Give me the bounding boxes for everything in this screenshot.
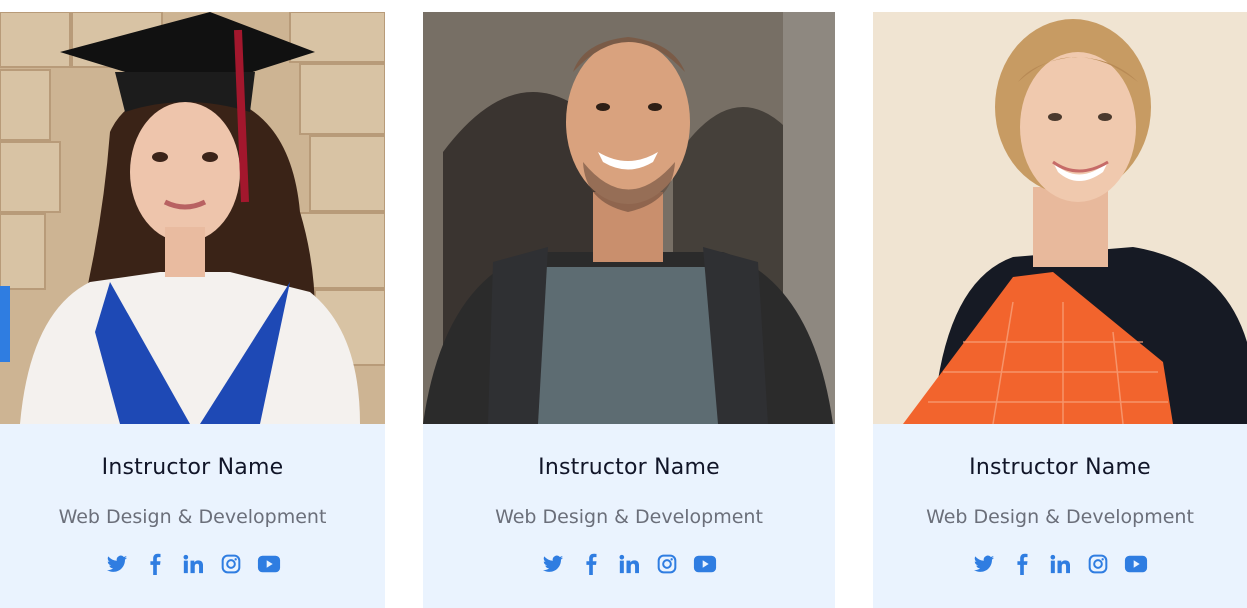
linkedin-icon[interactable] — [181, 552, 205, 576]
social-links — [423, 552, 835, 576]
social-links — [0, 552, 385, 576]
side-tab[interactable] — [0, 286, 10, 362]
instructor-photo — [0, 12, 385, 424]
facebook-icon[interactable] — [579, 552, 603, 576]
instructor-card: Instructor Name Web Design & Development — [0, 12, 385, 608]
twitter-icon[interactable] — [972, 552, 996, 576]
instagram-icon[interactable] — [219, 552, 243, 576]
youtube-icon[interactable] — [1124, 552, 1148, 576]
instructor-name: Instructor Name — [969, 455, 1151, 480]
linkedin-icon[interactable] — [617, 552, 641, 576]
instructor-role: Web Design & Development — [926, 506, 1194, 528]
youtube-icon[interactable] — [693, 552, 717, 576]
facebook-icon[interactable] — [1010, 552, 1034, 576]
instructor-card: Instructor Name Web Design & Development — [873, 12, 1247, 608]
instagram-icon[interactable] — [655, 552, 679, 576]
instructor-name: Instructor Name — [538, 455, 720, 480]
instructor-photo — [423, 12, 835, 424]
twitter-icon[interactable] — [105, 552, 129, 576]
instructor-card: Instructor Name Web Design & Development — [423, 12, 835, 608]
instagram-icon[interactable] — [1086, 552, 1110, 576]
youtube-icon[interactable] — [257, 552, 281, 576]
linkedin-icon[interactable] — [1048, 552, 1072, 576]
social-links — [873, 552, 1247, 576]
instructor-name: Instructor Name — [101, 455, 284, 480]
twitter-icon[interactable] — [541, 552, 565, 576]
facebook-icon[interactable] — [143, 552, 167, 576]
instructor-role: Web Design & Development — [495, 506, 763, 528]
instructor-photo — [873, 12, 1247, 424]
instructor-role: Web Design & Development — [58, 506, 327, 528]
